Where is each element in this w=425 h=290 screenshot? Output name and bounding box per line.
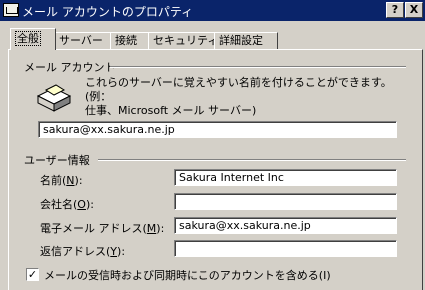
account-name-input[interactable]: sakura@xx.sakura.ne.jp (38, 121, 397, 138)
user-info-section-title: ユーザー情報 (24, 154, 90, 167)
name-input[interactable]: Sakura Internet Inc (174, 169, 397, 186)
name-label: 名前(N): (40, 174, 83, 187)
reply-address-input[interactable] (174, 240, 397, 257)
mail-account-description: これらのサーバーに覚えやすい名前を付けることができます。(例： 仕事、Micro… (85, 76, 395, 118)
section-divider (110, 66, 406, 68)
email-label: 電子メール アドレス(M): (40, 222, 165, 235)
help-button[interactable]: ? (386, 2, 404, 18)
tab-advanced[interactable]: 詳細設定 (214, 32, 278, 49)
mail-account-icon (3, 3, 19, 17)
company-input[interactable] (174, 193, 397, 210)
description-line-2: 仕事、Microsoft メール サーバー) (85, 104, 257, 117)
tab-servers[interactable]: サーバー (54, 32, 112, 49)
mail-account-section-title: メール アカウント (24, 61, 116, 74)
tab-connection[interactable]: 接続 (110, 32, 150, 49)
reply-address-label: 返信アドレス(Y): (40, 245, 126, 258)
description-line-1: これらのサーバーに覚えやすい名前を付けることができます。(例： (85, 76, 392, 103)
include-account-checkbox[interactable]: ✓ (26, 268, 39, 281)
window-title: メール アカウントのプロパティ (22, 5, 194, 19)
include-account-label: メールの受信時および同期時にこのアカウントを含める(I) (44, 269, 331, 282)
title-bar: メール アカウントのプロパティ ? X (0, 0, 425, 21)
company-label: 会社名(O): (40, 198, 94, 211)
close-button[interactable]: X (405, 2, 423, 18)
mail-server-icon (36, 84, 72, 112)
tab-security[interactable]: セキュリティ (148, 32, 220, 49)
tab-general[interactable]: 全般 (10, 28, 56, 50)
email-input[interactable]: sakura@xx.sakura.ne.jp (174, 217, 397, 234)
section-divider (98, 159, 406, 161)
